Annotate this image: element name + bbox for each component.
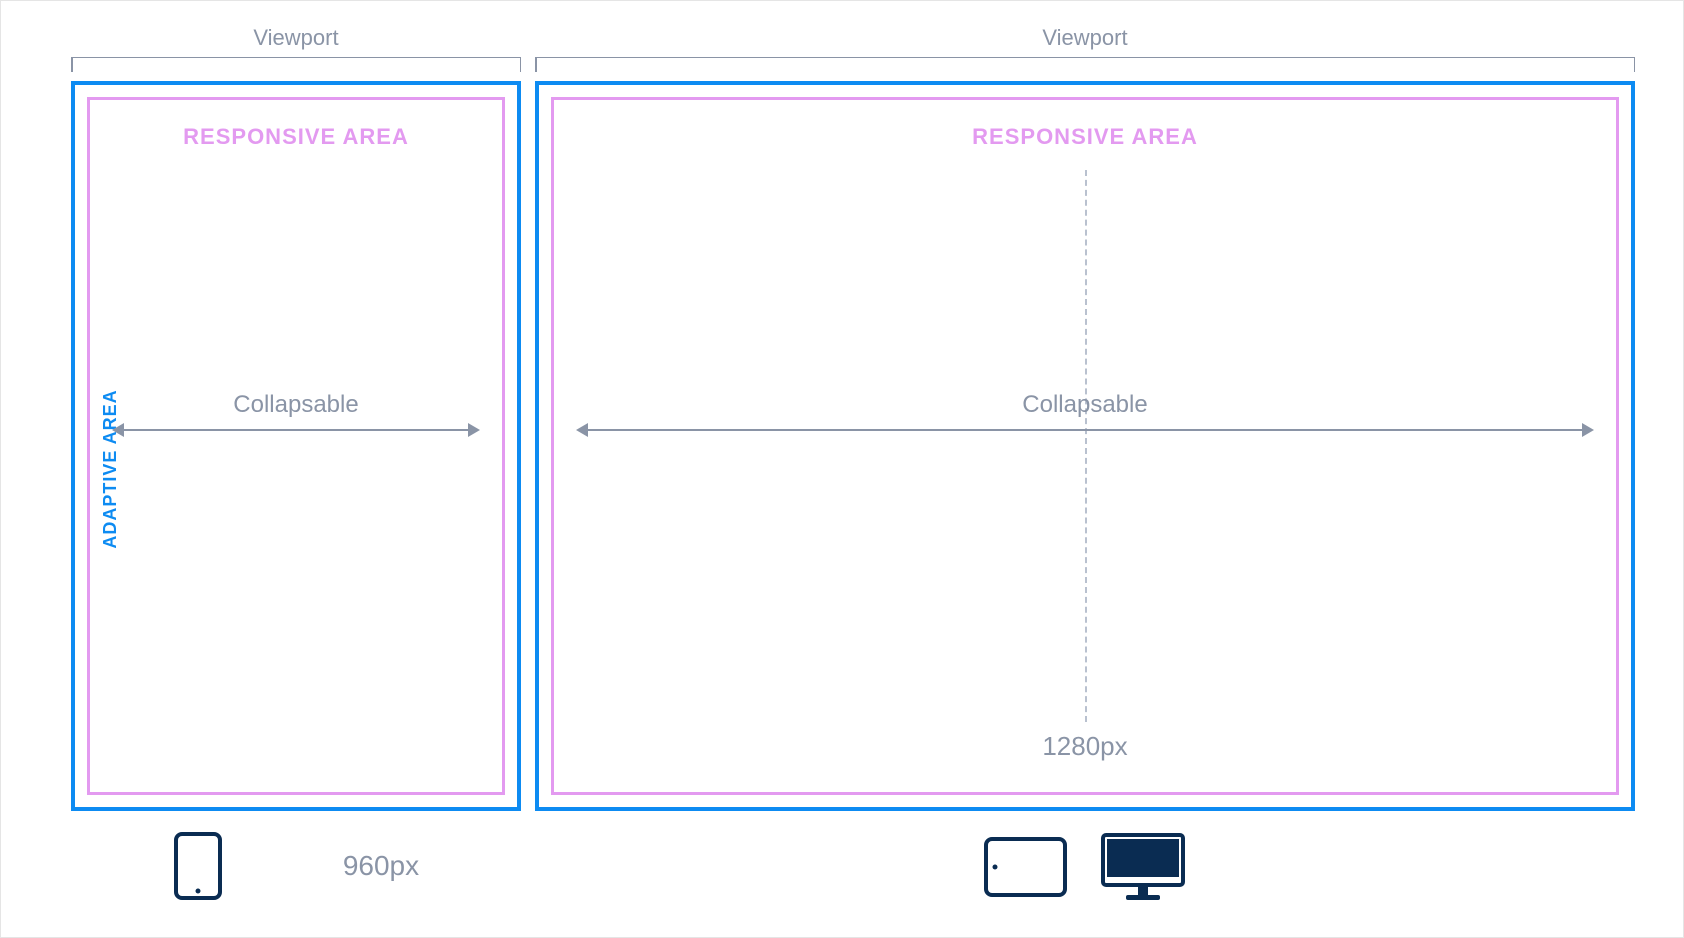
responsive-title-large: RESPONSIVE AREA xyxy=(554,124,1616,150)
adaptive-box-small: RESPONSIVE AREA Collapsable xyxy=(71,81,521,811)
viewport-label-right: Viewport xyxy=(535,25,1635,51)
tablet-portrait-icon xyxy=(173,831,223,901)
center-width-label: 1280px xyxy=(1042,731,1127,762)
footer-large xyxy=(535,831,1635,903)
viewport-label-left: Viewport xyxy=(71,25,521,51)
footer-small: 960px xyxy=(71,831,521,901)
collapsable-group-small: Collapsable xyxy=(110,391,482,431)
tablet-landscape-icon xyxy=(983,836,1068,898)
viewport-bracket-right: Viewport xyxy=(535,25,1635,65)
collapsable-label-small: Collapsable xyxy=(110,391,482,419)
footer-row: 960px xyxy=(71,831,1633,911)
double-arrow-icon xyxy=(114,429,478,431)
responsive-box-large: RESPONSIVE AREA Collapsable 1280px xyxy=(551,97,1619,795)
responsive-title-small: RESPONSIVE AREA xyxy=(90,124,502,150)
desktop-monitor-icon xyxy=(1098,831,1188,903)
double-arrow-icon xyxy=(578,429,1592,431)
collapsable-label-large: Collapsable xyxy=(574,391,1596,419)
responsive-box-small: RESPONSIVE AREA Collapsable xyxy=(87,97,505,795)
adaptive-box-large: RESPONSIVE AREA Collapsable 1280px xyxy=(535,81,1635,811)
adaptive-row: RESPONSIVE AREA Collapsable RESPONSIVE A… xyxy=(71,81,1635,811)
bracket-line-icon xyxy=(535,57,1635,71)
center-dashed-line-icon xyxy=(1085,170,1087,722)
width-label-small: 960px xyxy=(343,850,419,882)
viewport-bracket-left: Viewport xyxy=(71,25,521,65)
bracket-line-icon xyxy=(71,57,521,71)
collapsable-group-large: Collapsable xyxy=(574,391,1596,431)
